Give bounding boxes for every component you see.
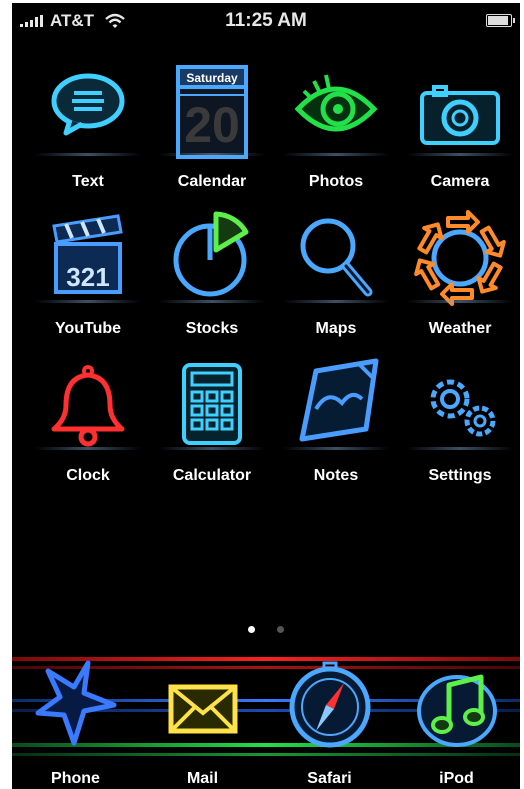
- app-label: Text: [72, 173, 104, 190]
- magnifier-icon: [300, 218, 373, 297]
- battery-icon: [486, 14, 515, 27]
- app-label: Calculator: [172, 467, 252, 484]
- bell-icon: [51, 365, 125, 447]
- dock-phone[interactable]: Phone: [12, 653, 139, 789]
- home-screen: AT&T 11:25 AM Text Saturday 20 Calendar …: [12, 3, 520, 789]
- app-clock[interactable]: Clock: [25, 359, 151, 489]
- app-notes[interactable]: Notes: [273, 358, 399, 489]
- calendar-weekday: Saturday: [186, 71, 238, 85]
- app-camera[interactable]: Camera: [397, 65, 520, 195]
- dock-label: Mail: [186, 770, 219, 787]
- dock-label: Safari: [307, 770, 352, 787]
- speech-bubble-icon: [51, 73, 125, 136]
- app-label: Camera: [430, 173, 490, 190]
- page-dot-active[interactable]: [247, 626, 255, 633]
- pie-chart-icon: [173, 211, 249, 297]
- page-dot[interactable]: [277, 626, 285, 633]
- music-note-icon: [417, 674, 497, 747]
- status-bar: AT&T 11:25 AM: [12, 3, 520, 39]
- app-label: Photos: [308, 173, 364, 190]
- app-label: Stocks: [185, 320, 239, 337]
- dock: Phone Mail Safari iPod: [12, 653, 520, 789]
- app-label: Clock: [66, 467, 110, 484]
- app-label: YouTube: [54, 320, 122, 337]
- calendar-day: 20: [184, 97, 240, 153]
- status-time: 11:25 AM: [225, 10, 307, 31]
- app-label: Notes: [313, 467, 359, 484]
- gears-icon: [430, 379, 496, 437]
- app-settings[interactable]: Settings: [397, 359, 520, 489]
- app-photos[interactable]: Photos: [273, 65, 399, 195]
- app-stocks[interactable]: Stocks: [149, 211, 275, 342]
- app-calculator[interactable]: Calculator: [149, 359, 275, 489]
- star-icon: [35, 660, 117, 746]
- envelope-icon: [168, 684, 238, 734]
- app-youtube[interactable]: 321 YouTube: [25, 212, 151, 342]
- app-label: Maps: [315, 320, 357, 337]
- app-label: Weather: [428, 320, 492, 337]
- calculator-icon: [182, 363, 242, 445]
- app-label: Settings: [428, 467, 492, 484]
- camera-icon: [420, 85, 500, 145]
- dock-label: Phone: [51, 770, 100, 787]
- app-label: Calendar: [177, 173, 247, 190]
- app-text[interactable]: Text: [25, 65, 151, 195]
- notepad-icon: [299, 358, 379, 442]
- app-weather[interactable]: Weather: [397, 210, 520, 342]
- page-indicator[interactable]: [12, 620, 520, 638]
- clapperboard-number: 321: [66, 262, 110, 292]
- dock-label: iPod: [439, 770, 474, 787]
- dock-ipod[interactable]: iPod: [393, 653, 520, 789]
- dock-safari[interactable]: Safari: [266, 653, 393, 789]
- eye-icon: [294, 74, 378, 132]
- compass-icon: [289, 661, 371, 748]
- clapperboard-icon: [52, 214, 123, 294]
- arrow-ring-icon: [414, 210, 506, 306]
- app-maps[interactable]: Maps: [273, 212, 399, 342]
- dock-mail[interactable]: Mail: [139, 653, 266, 789]
- app-calendar[interactable]: Saturday 20 Calendar: [149, 65, 275, 195]
